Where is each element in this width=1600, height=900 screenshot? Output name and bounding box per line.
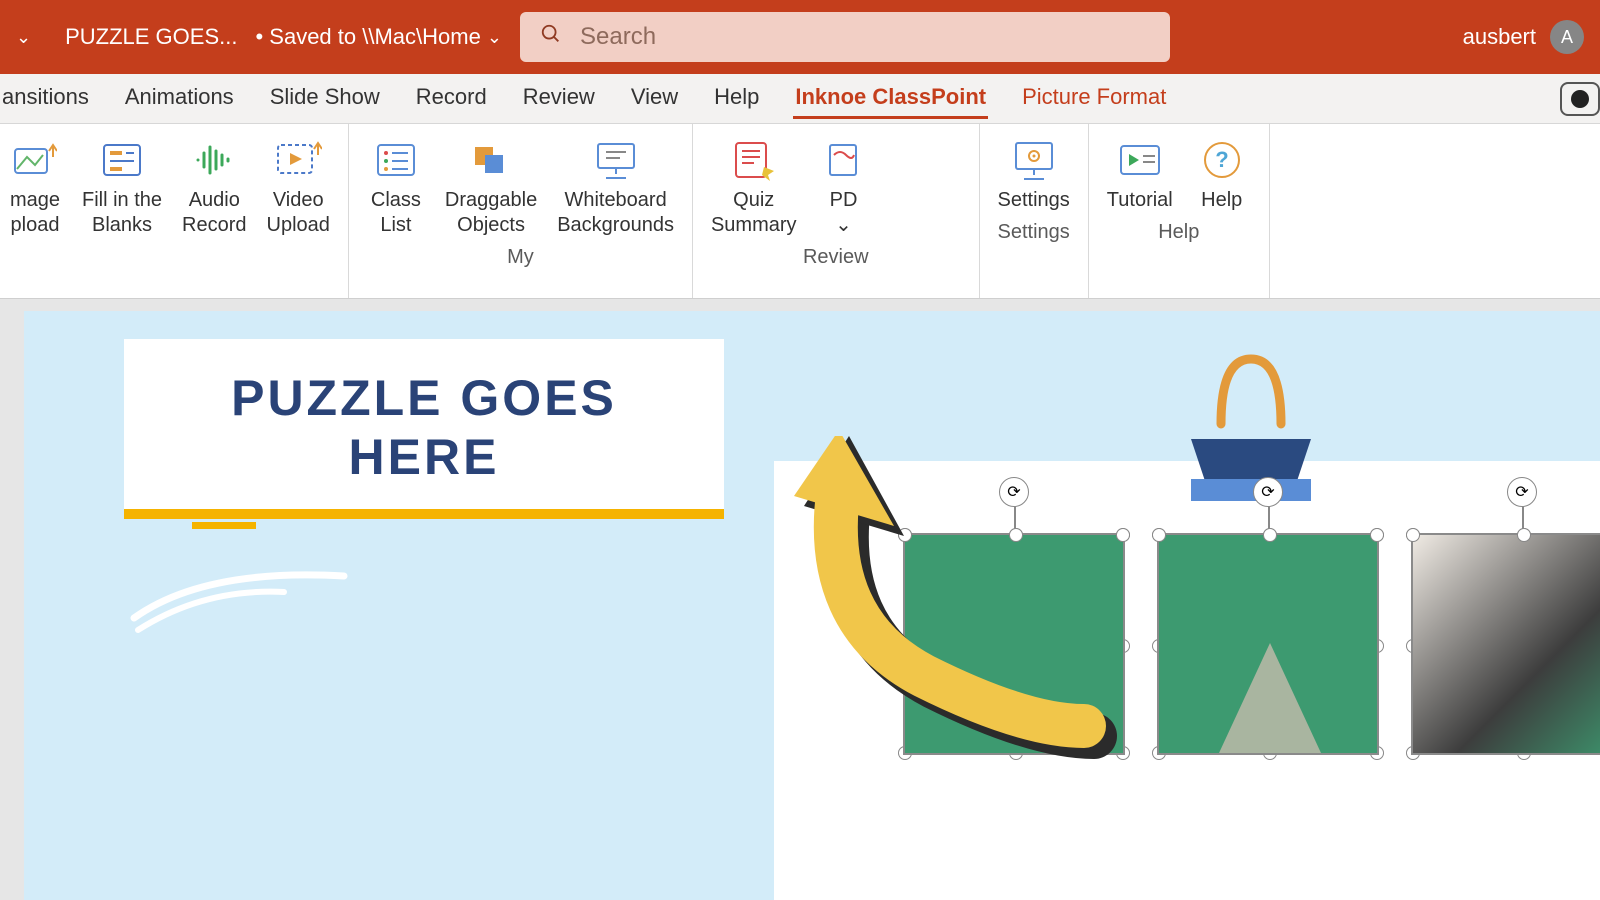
slide-canvas-area: PUZZLE GOESHERE ⟳ ⟳ (0, 299, 1600, 900)
group-label-settings: Settings (980, 217, 1088, 252)
account-area[interactable]: ausbert A (1463, 20, 1584, 54)
title-underline-shape (124, 509, 724, 519)
ribbon-group-activity: mage pload Fill in the Blanks Audio Reco… (0, 124, 349, 298)
ribbon-group-my: Class List Draggable Objects Whiteboard … (349, 124, 693, 298)
group-label-my: My (349, 242, 692, 277)
fill-blanks-icon (95, 138, 149, 182)
white-swoosh-decor (124, 558, 354, 638)
help-button[interactable]: ? Help (1183, 134, 1261, 217)
export-pdf-label: PD⌄ (830, 188, 858, 238)
fill-blanks-label: Fill in the Blanks (82, 188, 162, 238)
tutorial-icon (1113, 138, 1167, 182)
camera-toggle[interactable] (1560, 82, 1600, 116)
tutorial-label: Tutorial (1107, 188, 1173, 213)
puzzle-tile-4[interactable] (903, 533, 1125, 755)
draggable-objects-button[interactable]: Draggable Objects (435, 134, 547, 242)
audio-record-icon (187, 138, 241, 182)
title-text-box[interactable]: PUZZLE GOESHERE (124, 339, 724, 519)
search-box[interactable] (520, 12, 1170, 62)
document-title[interactable]: PUZZLE GOES... (65, 24, 237, 50)
rotate-handle-icon[interactable]: ⟳ (1253, 477, 1283, 507)
class-list-icon (369, 138, 423, 182)
whiteboard-button[interactable]: Whiteboard Backgrounds (547, 134, 684, 242)
help-label: Help (1201, 188, 1242, 213)
settings-label: Settings (998, 188, 1070, 213)
avatar[interactable]: A (1550, 20, 1584, 54)
video-upload-icon (271, 138, 325, 182)
puzzle-tile-6[interactable] (1411, 533, 1600, 755)
fill-blanks-button[interactable]: Fill in the Blanks (72, 134, 172, 242)
video-upload-button[interactable]: Video Upload (257, 134, 340, 242)
svg-text:?: ? (1215, 147, 1228, 172)
audio-record-label: Audio Record (182, 188, 246, 238)
slide-title: PUZZLE GOESHERE (124, 339, 724, 487)
ribbon: mage pload Fill in the Blanks Audio Reco… (0, 124, 1600, 299)
image-upload-icon (8, 138, 62, 182)
ribbon-group-review: Quiz Summary PD⌄ Review (693, 124, 980, 298)
image-upload-label: mage pload (10, 188, 60, 238)
save-status-dropdown[interactable]: • Saved to \\Mac\Home ⌄ (255, 24, 501, 50)
draggable-objects-label: Draggable Objects (445, 188, 537, 238)
rotate-handle-icon[interactable]: ⟳ (999, 477, 1029, 507)
quiz-summary-icon (727, 138, 781, 182)
tab-animations[interactable]: Animations (123, 78, 236, 119)
audio-record-button[interactable]: Audio Record (172, 134, 256, 242)
settings-button[interactable]: Settings (988, 134, 1080, 217)
quiz-summary-button[interactable]: Quiz Summary (701, 134, 807, 242)
video-upload-label: Video Upload (267, 188, 330, 238)
draggable-objects-icon (464, 138, 518, 182)
search-input[interactable] (580, 23, 1150, 51)
ribbon-group-settings: Settings Settings (980, 124, 1089, 298)
ribbon-group-help: Tutorial ? Help Help (1089, 124, 1270, 298)
rotate-handle-icon[interactable]: ⟳ (1507, 477, 1537, 507)
autosave-chevron-icon[interactable]: ⌄ (16, 27, 47, 48)
group-label-activity (0, 242, 348, 277)
class-list-label: Class List (371, 188, 421, 238)
tab-view[interactable]: View (629, 78, 680, 119)
user-name: ausbert (1463, 24, 1536, 50)
title-bar: ⌄ PUZZLE GOES... • Saved to \\Mac\Home ⌄… (0, 0, 1600, 74)
whiteboard-icon (589, 138, 643, 182)
quiz-summary-label: Quiz Summary (711, 188, 797, 238)
binder-clip-shape[interactable] (1171, 349, 1331, 509)
tab-slideshow[interactable]: Slide Show (268, 78, 382, 119)
title-underline-accent (192, 522, 256, 529)
slide[interactable]: PUZZLE GOESHERE ⟳ ⟳ (24, 311, 1600, 900)
whiteboard-label: Whiteboard Backgrounds (557, 188, 674, 238)
chevron-down-icon: ⌄ (487, 27, 502, 48)
tab-help[interactable]: Help (712, 78, 761, 119)
image-upload-button[interactable]: mage pload (8, 134, 72, 242)
group-label-review: Review (693, 242, 979, 277)
tutorial-button[interactable]: Tutorial (1097, 134, 1183, 217)
record-dot-icon (1571, 90, 1589, 108)
tab-transitions[interactable]: ansitions (0, 78, 91, 119)
puzzle-tile-5[interactable] (1157, 533, 1379, 755)
class-list-button[interactable]: Class List (357, 134, 435, 242)
tab-picture-format[interactable]: Picture Format (1020, 78, 1168, 119)
tab-review[interactable]: Review (521, 78, 597, 119)
help-icon: ? (1195, 138, 1249, 182)
tab-record[interactable]: Record (414, 78, 489, 119)
settings-icon (1007, 138, 1061, 182)
export-pdf-icon (817, 138, 871, 182)
export-pdf-button[interactable]: PD⌄ (807, 134, 881, 242)
avatar-initial: A (1561, 27, 1573, 48)
search-icon (540, 23, 562, 51)
save-status-label: • Saved to \\Mac\Home (255, 24, 480, 50)
group-label-help: Help (1089, 217, 1269, 252)
ribbon-tabs: ansitions Animations Slide Show Record R… (0, 74, 1600, 124)
tab-inknoe-classpoint[interactable]: Inknoe ClassPoint (793, 78, 988, 119)
